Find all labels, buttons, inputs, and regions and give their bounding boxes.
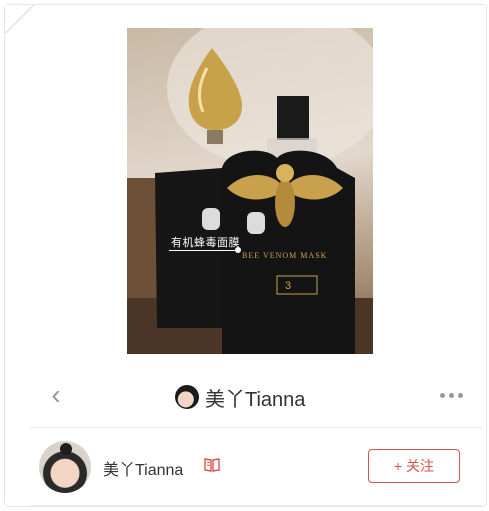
product-tag-dot[interactable] — [235, 247, 241, 253]
nav-title-text: 美丫Tianna — [205, 388, 306, 411]
back-arrow-icon[interactable]: ‹ — [44, 380, 68, 410]
bottom-divider — [30, 505, 482, 506]
product-illustration: BEE VENOM MASK 3 — [127, 28, 373, 354]
svg-text:3: 3 — [285, 280, 291, 292]
author-name[interactable]: 美丫Tianna — [103, 456, 183, 480]
nav-avatar — [175, 385, 199, 409]
mask-brand-text: BEE VENOM MASK — [242, 251, 327, 260]
divider — [30, 427, 482, 428]
product-tag-label[interactable]: 有机蜂毒面膜 — [171, 234, 240, 250]
more-dots-icon[interactable] — [440, 393, 463, 398]
folded-corner — [5, 5, 45, 45]
product-photo[interactable]: BEE VENOM MASK 3 有机蜂毒面膜 — [127, 28, 373, 354]
product-tag-line — [169, 250, 239, 251]
nav-title[interactable]: 美丫Tianna — [175, 381, 305, 413]
follow-button[interactable]: + 关注 — [368, 449, 460, 483]
book-icon — [204, 458, 220, 472]
avatar[interactable] — [39, 441, 91, 493]
